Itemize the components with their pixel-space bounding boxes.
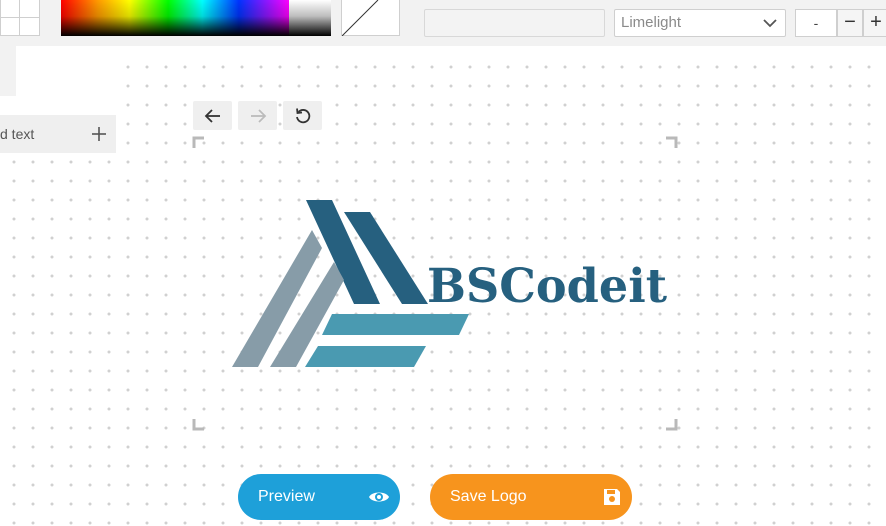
- logo-bar-teal-1: [322, 314, 469, 335]
- floppy-disk-icon: [604, 489, 620, 505]
- logo-canvas[interactable]: BSCodeit: [0, 0, 886, 526]
- preview-label: Preview: [258, 488, 315, 505]
- save-logo-button[interactable]: Save Logo: [430, 474, 632, 520]
- preview-button[interactable]: Preview: [238, 474, 400, 520]
- logo-bar-teal-2: [305, 346, 426, 367]
- save-logo-label: Save Logo: [450, 488, 527, 505]
- eye-icon: [369, 492, 389, 502]
- logo-text: BSCodeit: [427, 259, 667, 314]
- logo-stroke-slate-1: [232, 230, 322, 367]
